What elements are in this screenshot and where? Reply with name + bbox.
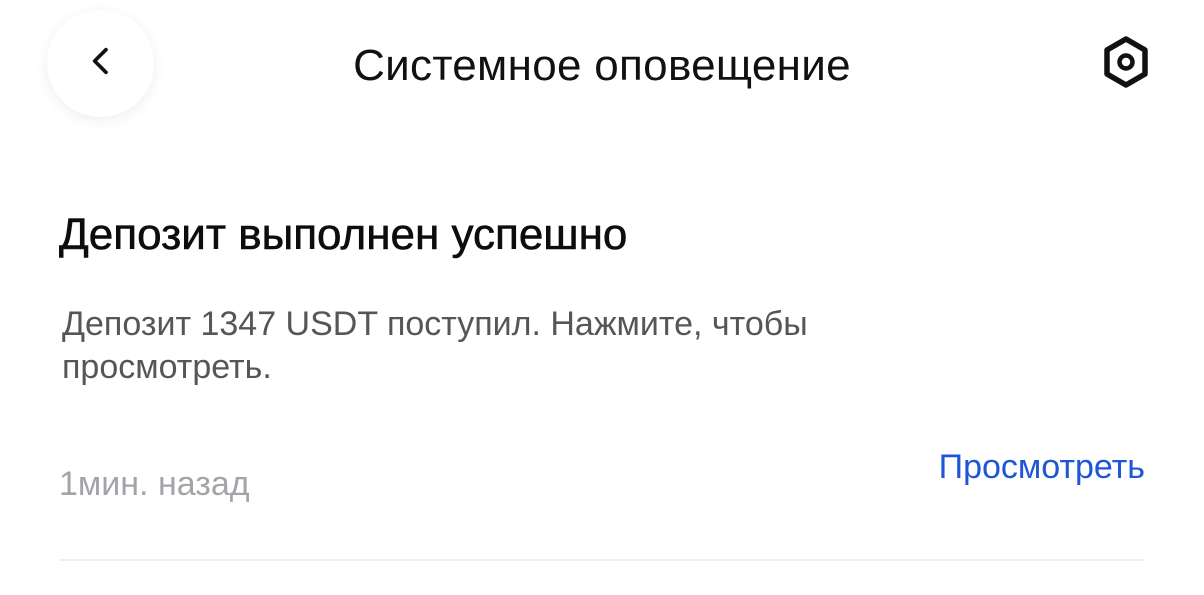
notification-title: Депозит выполнен успешно bbox=[59, 210, 628, 260]
page-title: Системное оповещение bbox=[353, 41, 851, 90]
divider bbox=[59, 559, 1145, 561]
notification-card[interactable]: Депозит выполнен успешно Депозит 1347 US… bbox=[59, 200, 1145, 503]
notification-body: Депозит 1347 USDT поступил. Нажмите, что… bbox=[62, 305, 808, 386]
hexagon-gear-icon bbox=[1101, 35, 1151, 93]
notification-time: 1мин. назад bbox=[59, 465, 250, 503]
view-link[interactable]: Просмотреть bbox=[939, 445, 1145, 489]
settings-button[interactable] bbox=[1100, 35, 1152, 93]
